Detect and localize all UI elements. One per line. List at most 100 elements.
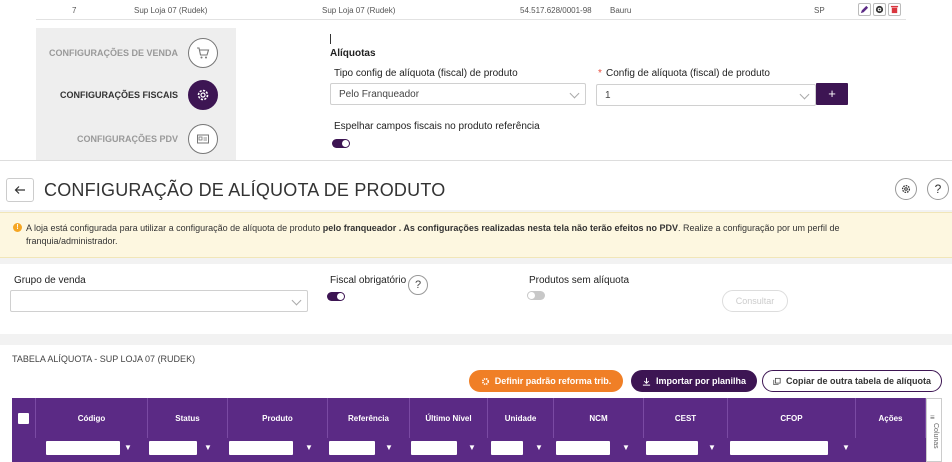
required-asterisk: * — [598, 68, 602, 79]
grupo-venda-label: Grupo de venda — [14, 275, 86, 286]
nav-item-label: CONFIGURAÇÕES PDV — [76, 134, 178, 144]
help-button[interactable]: ? — [927, 178, 949, 200]
espelhar-toggle[interactable] — [332, 139, 350, 148]
config-aliquota-label: Config de alíquota (fiscal) de produto — [606, 68, 770, 79]
definir-reforma-label: Definir padrão reforma trib. — [494, 376, 612, 386]
row-name: Sup Loja 07 (Rudek) — [134, 6, 208, 15]
filter-icon[interactable]: ▼ — [124, 443, 132, 452]
filter-icon[interactable]: ▼ — [622, 443, 630, 452]
fiscal-help-button[interactable]: ? — [408, 275, 428, 295]
tipo-config-value: Pelo Franqueador — [339, 89, 420, 100]
filter-unidade-input[interactable] — [491, 441, 523, 455]
alert-text-part: A loja está configurada para utilizar a … — [26, 223, 323, 233]
trash-icon — [890, 5, 899, 14]
filter-cest-input[interactable] — [646, 441, 698, 455]
column-header-status[interactable]: Status — [148, 398, 228, 438]
sem-aliquota-label: Produtos sem alíquota — [529, 275, 630, 286]
row-state: SP — [814, 6, 825, 15]
filter-icon[interactable]: ▼ — [468, 443, 476, 452]
column-header-unidade[interactable]: Unidade — [488, 398, 554, 438]
settings-button[interactable] — [895, 178, 917, 200]
filter-produto-input[interactable] — [229, 441, 293, 455]
gear-icon — [875, 5, 884, 14]
filter-cfop-input[interactable] — [730, 441, 828, 455]
row-fantasy-name: Sup Loja 07 (Rudek) — [322, 6, 396, 15]
page-title: CONFIGURAÇÃO DE ALÍQUOTA DE PRODUTO — [44, 180, 446, 200]
consultar-button[interactable]: Consultar — [722, 290, 788, 312]
sem-aliquota-toggle[interactable] — [527, 291, 545, 300]
config-nav: CONFIGURAÇÕES DE VENDA CONFIGURAÇÕES FIS… — [36, 28, 236, 160]
table-filter-row: ▼ ▼ ▼ ▼ ▼ ▼ ▼ ▼ ▼ — [12, 438, 942, 462]
importar-planilha-button[interactable]: Importar por planilha — [631, 370, 757, 392]
row-city: Bauru — [610, 6, 632, 15]
grupo-venda-select[interactable] — [10, 290, 308, 312]
row-index: 7 — [72, 6, 77, 15]
fiscal-obrigatorio-toggle[interactable] — [327, 292, 345, 301]
table-row[interactable]: 7 Sup Loja 07 (Rudek) Sup Loja 07 (Rudek… — [36, 2, 906, 20]
arrow-left-icon — [14, 186, 25, 194]
filter-icon[interactable]: ▼ — [842, 443, 850, 452]
chevron-down-icon — [569, 88, 580, 99]
settings-row-button[interactable] — [873, 3, 886, 16]
nav-item-pdv[interactable]: CONFIGURAÇÕES PDV — [36, 120, 236, 160]
info-icon: ! — [13, 223, 22, 232]
edit-button[interactable] — [858, 3, 871, 16]
columns-toggle[interactable]: ≡ Colunas — [926, 398, 942, 462]
filter-icon[interactable]: ▼ — [385, 443, 393, 452]
copy-icon — [773, 377, 781, 385]
config-aliquota-select[interactable]: 1 — [596, 84, 816, 106]
delete-button[interactable] — [888, 3, 901, 16]
pencil-icon — [860, 5, 869, 14]
back-button[interactable] — [6, 178, 34, 202]
filter-icon[interactable]: ▼ — [535, 443, 543, 452]
column-header-cfop[interactable]: CFOP — [728, 398, 856, 438]
nav-item-fiscais[interactable]: CONFIGURAÇÕES FISCAIS — [36, 76, 236, 116]
gear-icon — [901, 184, 911, 194]
column-header-acoes: Ações — [856, 398, 926, 438]
filter-icon[interactable]: ▼ — [204, 443, 212, 452]
chevron-down-icon — [799, 89, 810, 100]
nav-icon-circle — [188, 124, 218, 154]
text-cursor — [330, 34, 331, 44]
filter-codigo-input[interactable] — [46, 441, 120, 455]
tipo-config-label: Tipo config de alíquota (fiscal) de prod… — [334, 68, 518, 79]
filter-referencia-input[interactable] — [329, 441, 375, 455]
espelhar-label: Espelhar campos fiscais no produto refer… — [334, 121, 540, 132]
aliquotas-title: Alíquotas — [330, 48, 376, 59]
table-header: Código Status Produto Referência Último … — [12, 398, 942, 438]
gear-icon — [197, 89, 209, 101]
importar-planilha-label: Importar por planilha — [655, 376, 746, 386]
column-header-cest[interactable]: CEST — [644, 398, 728, 438]
select-all-checkbox[interactable] — [18, 412, 29, 424]
row-cnpj: 54.517.628/0001-98 — [520, 6, 592, 15]
add-config-button[interactable]: + — [816, 83, 848, 105]
tipo-config-select[interactable]: Pelo Franqueador — [330, 83, 586, 105]
select-all-cell — [12, 398, 36, 438]
fiscal-obrigatorio-label: Fiscal obrigatório — [330, 275, 407, 286]
column-header-ncm[interactable]: NCM — [554, 398, 644, 438]
gear-icon — [481, 377, 489, 385]
cart-icon — [197, 47, 210, 59]
filter-icon[interactable]: ▼ — [305, 443, 313, 452]
column-header-referencia[interactable]: Referência — [328, 398, 410, 438]
id-card-icon — [197, 134, 209, 144]
chevron-down-icon — [291, 295, 302, 306]
filter-ultimo-nivel-input[interactable] — [411, 441, 457, 455]
filter-status-select[interactable] — [149, 441, 197, 455]
definir-reforma-button[interactable]: Definir padrão reforma trib. — [469, 370, 623, 392]
column-header-produto[interactable]: Produto — [228, 398, 328, 438]
nav-item-label: CONFIGURAÇÕES DE VENDA — [48, 48, 178, 58]
menu-icon: ≡ — [930, 413, 935, 422]
nav-item-vendas[interactable]: CONFIGURAÇÕES DE VENDA — [36, 34, 236, 74]
column-header-ultimo-nivel[interactable]: Último Nível — [410, 398, 488, 438]
config-aliquota-value: 1 — [605, 90, 611, 101]
upload-icon — [642, 377, 651, 386]
filter-ncm-input[interactable] — [556, 441, 610, 455]
filter-icon[interactable]: ▼ — [708, 443, 716, 452]
column-header-codigo[interactable]: Código — [36, 398, 148, 438]
table-title: TABELA ALÍQUOTA - SUP LOJA 07 (RUDEK) — [12, 354, 196, 364]
copiar-tabela-button[interactable]: Copiar de outra tabela de alíquota — [762, 370, 942, 392]
alert-text-bold: pelo franqueador . As configurações real… — [322, 223, 678, 233]
copiar-tabela-label: Copiar de outra tabela de alíquota — [785, 376, 931, 386]
alert-message: A loja está configurada para utilizar a … — [26, 222, 906, 248]
